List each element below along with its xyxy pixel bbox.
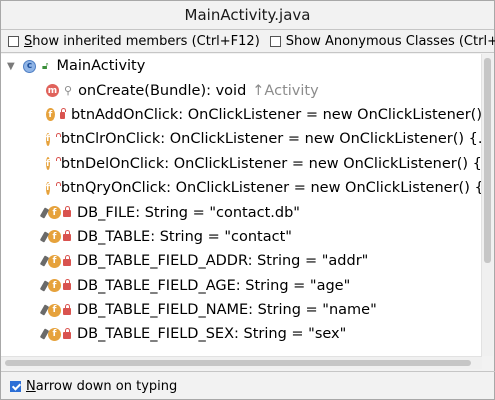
options-bar: Show inherited members (Ctrl+F12) Show A… (1, 30, 495, 53)
static-field-icon: f (48, 327, 61, 341)
show-anonymous-checkbox[interactable] (269, 35, 281, 47)
show-anonymous-option[interactable]: Show Anonymous Classes (Ctrl+I) (269, 33, 495, 49)
tree-item-label: DB_TABLE_FIELD_NAME: String = "name" (77, 302, 377, 319)
class-icon: c (23, 59, 36, 73)
private-lock-icon (63, 230, 71, 242)
horizontal-scroll-thumb[interactable] (5, 360, 471, 366)
static-field-icon: f (48, 303, 61, 317)
tree-item-label: DB_TABLE: String = "contact" (77, 228, 292, 245)
field-icon: f (46, 157, 50, 171)
structure-tree[interactable]: ▼ c 🔓︎ MainActivity m ⚲ onCreate(Bundle): … (1, 54, 482, 356)
overrides-hint: ↑Activity (252, 82, 319, 99)
tree-item[interactable]: m ⚲ onCreate(Bundle): void ↑Activity (1, 78, 482, 102)
static-field-icon: f (48, 230, 61, 244)
horizontal-scrollbar[interactable] (1, 356, 482, 369)
private-lock-icon (63, 303, 71, 315)
narrow-down-label: arrow down on typing (35, 378, 178, 394)
tree-item-label: DB_FILE: String = "contact.db" (77, 204, 300, 221)
tree-item-label: DB_TABLE_FIELD_SEX: String = "sex" (77, 326, 347, 343)
static-field-icon: f (48, 279, 61, 293)
private-lock-icon (63, 327, 71, 339)
tree-item[interactable]: f DB_TABLE_FIELD_AGE: String = "age" (1, 274, 482, 298)
protected-modifier-icon: ⚲ (64, 84, 73, 98)
tree-root-main-activity[interactable]: ▼ c 🔓︎ MainActivity (1, 54, 482, 78)
narrow-down-option[interactable]: Narrow down on typing (10, 379, 177, 394)
vertical-scrollbar[interactable] (481, 54, 493, 356)
tree-item-label: DB_TABLE_FIELD_ADDR: String = "addr" (77, 253, 369, 270)
tree-root-label: MainActivity (56, 58, 146, 75)
structure-popup: MainActivity.java Show inherited members… (0, 0, 495, 400)
tree-item[interactable]: f btnAddOnClick: OnClickListener = new On… (1, 103, 482, 127)
tree-item-label: btnDelOnClick: OnClickListener = new OnC… (60, 155, 482, 172)
tree-item-label: btnClrOnClick: OnClickListener = new OnC… (60, 131, 482, 148)
tree-item[interactable]: f DB_TABLE: String = "contact" (1, 225, 482, 249)
private-lock-icon (63, 279, 71, 291)
static-field-icon: f (48, 254, 61, 268)
public-modifier-icon: 🔓︎ (42, 60, 49, 72)
popup-title: MainActivity.java (1, 1, 494, 30)
show-inherited-checkbox[interactable] (8, 35, 19, 47)
narrow-down-checkbox[interactable] (10, 380, 21, 392)
private-lock-icon (63, 206, 71, 218)
tree-item[interactable]: f DB_TABLE_FIELD_ADDR: String = "addr" (1, 249, 482, 273)
narrow-down-mnemonic: N (26, 378, 36, 394)
show-inherited-mnemonic: S (24, 33, 33, 49)
tree-item-label: DB_TABLE_FIELD_AGE: String = "age" (77, 277, 351, 294)
tree-item[interactable]: f DB_TABLE_FIELD_SEX: String = "sex" (1, 322, 482, 346)
tree-item[interactable]: f btnClrOnClick: OnClickListener = new On… (1, 127, 482, 151)
private-lock-icon (63, 254, 71, 266)
field-icon: f (46, 181, 50, 195)
tree-item-label: btnQryOnClick: OnClickListener = new OnC… (60, 180, 482, 197)
tree-item[interactable]: f DB_TABLE_FIELD_NAME: String = "name" (1, 298, 482, 322)
tree-item-label: onCreate(Bundle): void (78, 82, 247, 99)
tree-item-label: btnAddOnClick: OnClickListener = new OnC… (70, 106, 482, 123)
bottom-bar: Narrow down on typing (1, 371, 495, 400)
tree-item[interactable]: f DB_FILE: String = "contact.db" (1, 200, 482, 224)
show-inherited-label: how inherited members (Ctrl+F12) (32, 33, 260, 49)
private-lock-icon (59, 108, 67, 120)
field-icon: f (46, 132, 50, 146)
method-icon: m (46, 84, 59, 98)
vertical-scroll-thumb[interactable] (484, 58, 491, 263)
collapse-arrow-icon[interactable]: ▼ (7, 61, 23, 72)
show-anonymous-label: Show Anonymous Classes (Ctrl+I) (285, 33, 495, 49)
tree-items: m ⚲ onCreate(Bundle): void ↑Activity f btnAdd… (1, 78, 482, 346)
tree-item[interactable]: f btnDelOnClick: OnClickListener = new On… (1, 152, 482, 176)
tree-item[interactable]: f btnQryOnClick: OnClickListener = new On… (1, 176, 482, 200)
field-icon: f (46, 108, 55, 122)
show-inherited-option[interactable]: Show inherited members (Ctrl+F12) (8, 34, 260, 49)
static-field-icon: f (48, 206, 61, 220)
